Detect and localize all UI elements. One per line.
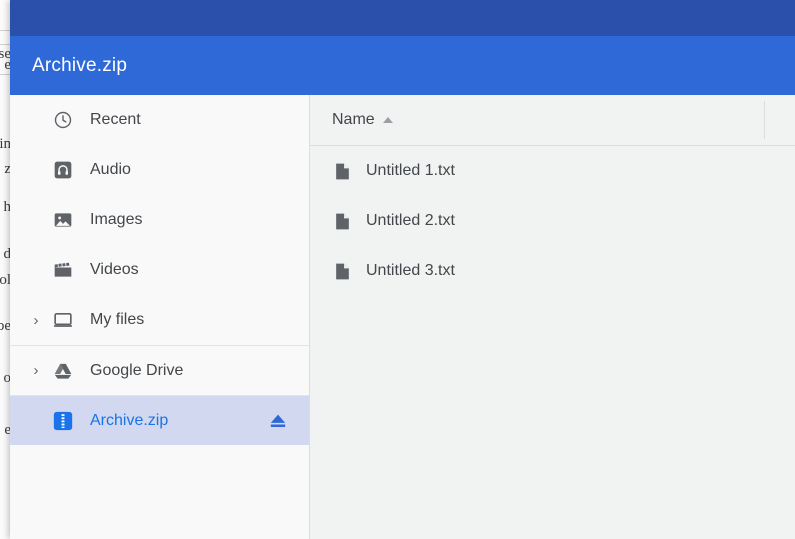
text-file-icon bbox=[332, 261, 352, 281]
file-name: Untitled 3.txt bbox=[366, 262, 455, 280]
sidebar-item-audio[interactable]: › Audio bbox=[10, 145, 309, 195]
column-header-label: Name bbox=[332, 111, 375, 129]
dialog-header: Archive.zip bbox=[10, 36, 795, 95]
table-row[interactable]: Untitled 3.txt bbox=[310, 246, 795, 296]
dialog-body: › Recent › Audio › Images bbox=[10, 95, 795, 539]
column-header-name[interactable]: Name bbox=[332, 111, 393, 129]
video-icon bbox=[52, 259, 74, 281]
file-name: Untitled 1.txt bbox=[366, 162, 455, 180]
sidebar-item-my-files[interactable]: › My files bbox=[10, 295, 309, 345]
audio-icon bbox=[52, 159, 74, 181]
file-name: Untitled 2.txt bbox=[366, 212, 455, 230]
files-app-dialog: Archive.zip › Recent › Audio bbox=[10, 0, 795, 539]
sidebar-item-google-drive[interactable]: › Google Drive bbox=[10, 345, 309, 395]
file-list-header: Name bbox=[310, 95, 795, 146]
sidebar-item-archive-zip[interactable]: › Archive.zip bbox=[10, 395, 309, 445]
text-file-icon bbox=[332, 161, 352, 181]
sort-ascending-icon bbox=[383, 117, 393, 123]
column-divider[interactable] bbox=[764, 101, 765, 139]
chevron-right-icon: › bbox=[22, 263, 50, 278]
sidebar-item-recent[interactable]: › Recent bbox=[10, 95, 309, 145]
sidebar-item-label: Archive.zip bbox=[90, 412, 168, 430]
sidebar-item-label: Audio bbox=[90, 161, 131, 179]
chevron-right-icon[interactable]: › bbox=[22, 313, 50, 328]
chevron-right-icon: › bbox=[22, 213, 50, 228]
window-titlebar bbox=[10, 0, 795, 36]
computer-icon bbox=[52, 309, 74, 331]
sidebar-item-label: Google Drive bbox=[90, 362, 183, 380]
chevron-right-icon: › bbox=[22, 163, 50, 178]
sidebar-item-videos[interactable]: › Videos bbox=[10, 245, 309, 295]
image-icon bbox=[52, 209, 74, 231]
google-drive-icon bbox=[52, 360, 74, 382]
sidebar: › Recent › Audio › Images bbox=[10, 95, 310, 539]
table-row[interactable]: Untitled 1.txt bbox=[310, 146, 795, 196]
clock-icon bbox=[52, 109, 74, 131]
chevron-right-icon: › bbox=[22, 413, 50, 428]
text-file-icon bbox=[332, 211, 352, 231]
chevron-right-icon: › bbox=[22, 113, 50, 128]
eject-icon[interactable] bbox=[267, 410, 289, 432]
zip-icon bbox=[52, 410, 74, 432]
sidebar-item-images[interactable]: › Images bbox=[10, 195, 309, 245]
sidebar-item-label: Recent bbox=[90, 111, 141, 129]
file-list-pane: Name Untitled 1.txt Untitled 2.txt bbox=[310, 95, 795, 539]
sidebar-item-label: Images bbox=[90, 211, 142, 229]
table-row[interactable]: Untitled 2.txt bbox=[310, 196, 795, 246]
sidebar-item-label: My files bbox=[90, 311, 144, 329]
sidebar-item-label: Videos bbox=[90, 261, 139, 279]
chevron-right-icon[interactable]: › bbox=[22, 363, 50, 378]
dialog-title: Archive.zip bbox=[32, 55, 127, 77]
